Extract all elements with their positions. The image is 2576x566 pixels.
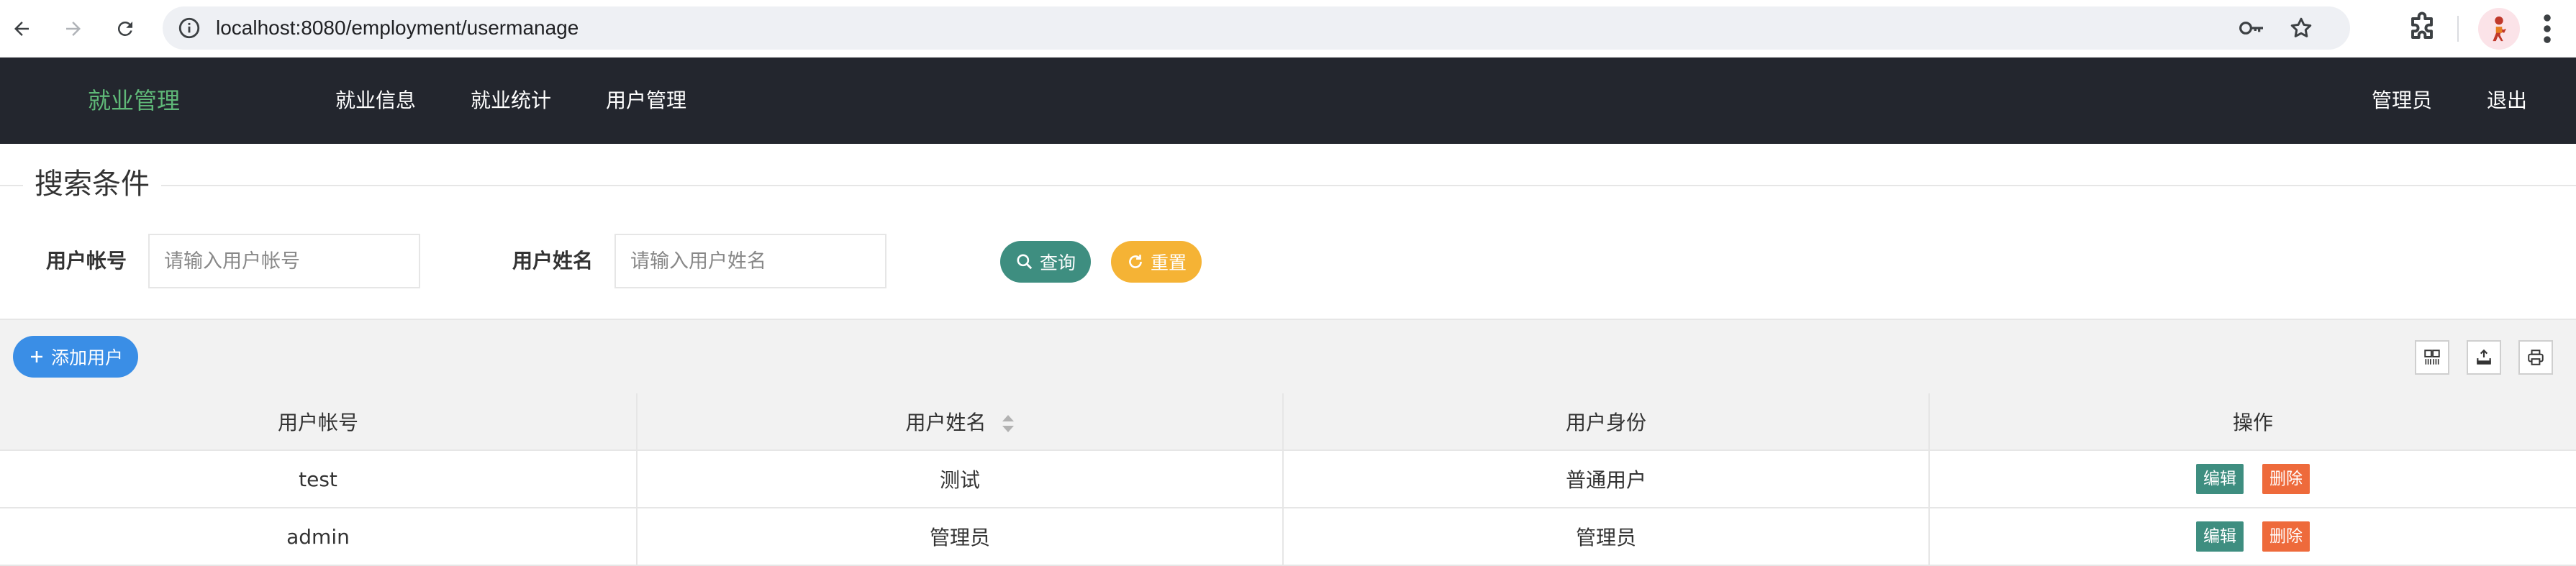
table-row: admin 管理员 管理员 编辑 删除 xyxy=(0,508,2576,566)
cell-actions: 编辑 删除 xyxy=(1929,508,2576,566)
print-icon xyxy=(2528,350,2544,365)
site-info-icon[interactable] xyxy=(177,16,201,40)
delete-button[interactable]: 删除 xyxy=(2262,521,2310,552)
search-fieldset-border xyxy=(0,185,2576,186)
cell-role: 普通用户 xyxy=(1283,450,1930,508)
delete-button[interactable]: 删除 xyxy=(2262,464,2310,494)
address-bar[interactable]: localhost:8080/employment/usermanage xyxy=(163,6,2350,50)
export-button[interactable] xyxy=(2467,340,2501,375)
sort-icon[interactable] xyxy=(1002,415,1015,432)
query-button-label: 查询 xyxy=(1039,252,1076,273)
cell-role: 管理员 xyxy=(1283,508,1930,566)
print-button[interactable] xyxy=(2518,340,2553,375)
toolbar-separator xyxy=(2457,16,2459,42)
plus-icon xyxy=(30,351,42,362)
app-header: 就业管理 就业信息 就业统计 用户管理 管理员 退出 xyxy=(0,58,2576,144)
column-header-actions: 操作 xyxy=(1929,393,2576,451)
account-search-input[interactable] xyxy=(148,234,420,288)
column-header-name[interactable]: 用户姓名 xyxy=(637,393,1284,451)
cell-name: 管理员 xyxy=(637,508,1284,566)
arrow-left-icon xyxy=(14,22,29,36)
reset-button-label: 重置 xyxy=(1150,252,1187,273)
table-header-row: 用户帐号 用户姓名 用户身份 操作 xyxy=(0,393,2576,451)
name-search-input[interactable] xyxy=(614,234,886,288)
user-nav: 管理员 退出 xyxy=(2344,58,2554,144)
add-user-button[interactable]: 添加用户 xyxy=(13,336,138,378)
nav-item-employment-info[interactable]: 就业信息 xyxy=(308,58,443,144)
browser-toolbar: localhost:8080/employment/usermanage xyxy=(0,0,2576,58)
nav-item-employment-stats[interactable]: 就业统计 xyxy=(443,58,579,144)
reset-button[interactable]: 重置 xyxy=(1111,241,1202,283)
reload-button[interactable] xyxy=(106,10,144,47)
main-nav: 就业信息 就业统计 用户管理 xyxy=(308,58,714,144)
app-logo[interactable]: 就业管理 xyxy=(88,58,180,144)
column-filter-button[interactable] xyxy=(2415,340,2449,375)
table-row: test 测试 普通用户 编辑 删除 xyxy=(0,450,2576,508)
refresh-icon xyxy=(1129,255,1142,268)
cell-account: test xyxy=(0,450,638,508)
more-menu-icon[interactable] xyxy=(2540,10,2554,47)
edit-button[interactable]: 编辑 xyxy=(2196,464,2244,494)
cell-actions: 编辑 删除 xyxy=(1929,450,2576,508)
cell-account: admin xyxy=(0,508,638,566)
back-button[interactable] xyxy=(3,10,40,47)
password-key-icon[interactable] xyxy=(2238,17,2265,40)
query-button[interactable]: 查询 xyxy=(1000,241,1091,283)
search-legend: 搜索条件 xyxy=(23,164,161,204)
export-icon xyxy=(2477,349,2491,365)
arrow-right-icon xyxy=(66,22,81,36)
edit-button[interactable]: 编辑 xyxy=(2196,521,2244,552)
column-header-role: 用户身份 xyxy=(1283,393,1930,451)
forward-button[interactable] xyxy=(55,10,92,47)
name-label: 用户姓名 xyxy=(512,249,594,273)
add-user-button-label: 添加用户 xyxy=(50,347,123,368)
account-label: 用户帐号 xyxy=(46,249,127,273)
search-icon xyxy=(1017,254,1033,270)
nav-item-user-manage[interactable]: 用户管理 xyxy=(579,58,714,144)
avatar-icon xyxy=(2493,16,2506,42)
current-user[interactable]: 管理员 xyxy=(2344,58,2459,144)
table-toolbar: 添加用户 xyxy=(0,319,2576,393)
logout-link[interactable]: 退出 xyxy=(2459,58,2554,144)
reload-icon xyxy=(117,21,132,36)
column-header-account: 用户帐号 xyxy=(0,393,638,451)
cell-name: 测试 xyxy=(637,450,1284,508)
columns-icon xyxy=(2424,350,2440,365)
extensions-icon[interactable] xyxy=(2403,9,2441,47)
user-table: 用户帐号 用户姓名 用户身份 操作 test 测试 普通用户 编辑 删除 admi… xyxy=(0,393,2576,566)
url-text[interactable]: localhost:8080/employment/usermanage xyxy=(216,6,579,50)
bookmark-star-icon[interactable] xyxy=(2288,15,2314,41)
profile-avatar[interactable] xyxy=(2478,8,2520,50)
